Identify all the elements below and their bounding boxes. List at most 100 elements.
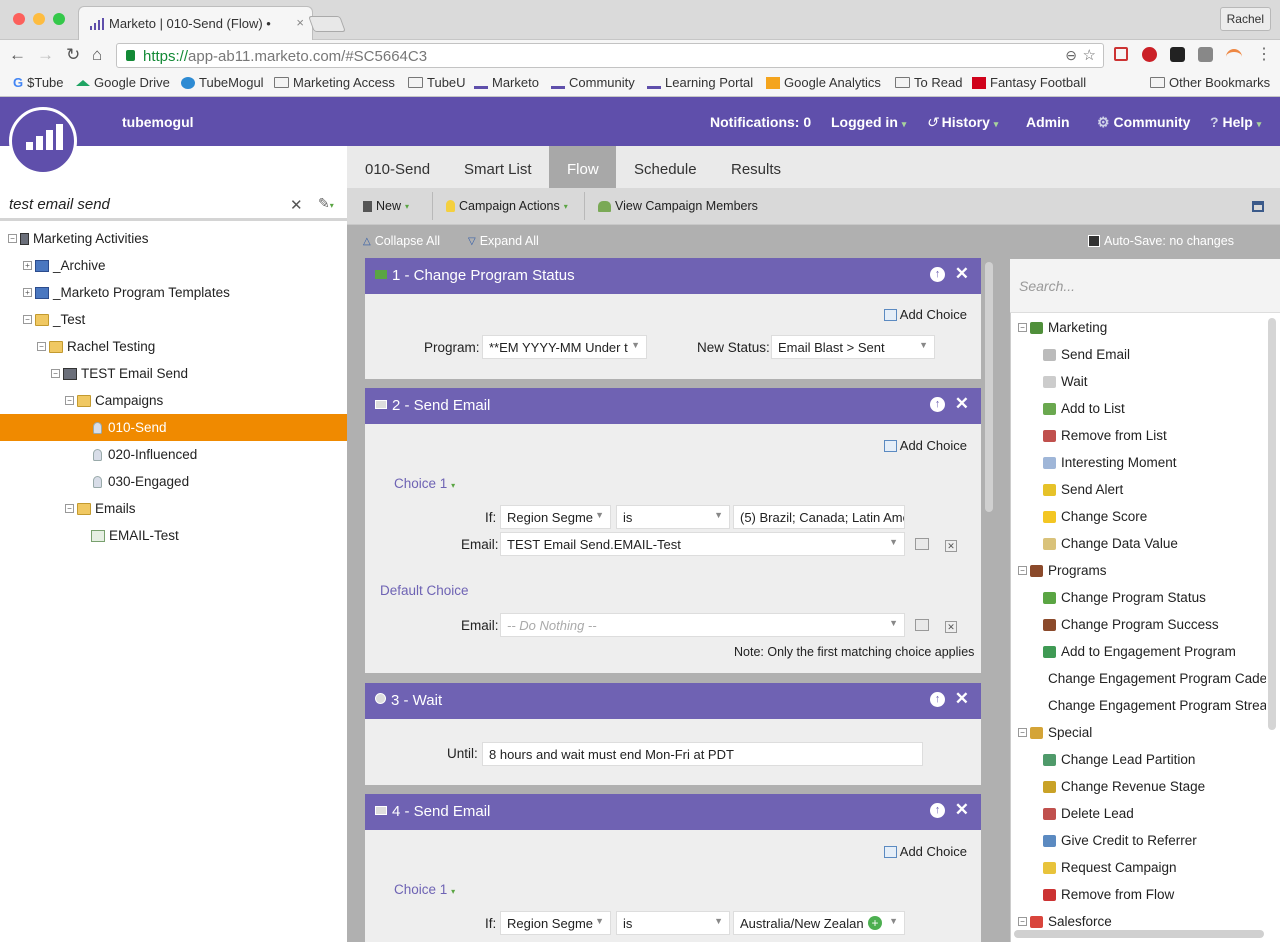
help-menu[interactable]: ? Help ▾ (1210, 114, 1261, 130)
tab-schedule[interactable]: Schedule (634, 161, 697, 178)
palette-item-request-campaign[interactable]: Request Campaign (1043, 854, 1266, 881)
campaign-actions-menu-button[interactable]: Campaign Actions ▾ (446, 199, 568, 213)
collapse-icon[interactable]: − (37, 342, 46, 351)
if-value-input[interactable]: (5) Brazil; Canada; Latin Ame (733, 505, 905, 529)
collapse-icon[interactable]: − (1018, 917, 1027, 926)
minimize-window-button[interactable] (33, 13, 45, 25)
delete-step-icon[interactable]: ✕ (955, 689, 969, 709)
home-icon[interactable]: ⌂ (92, 45, 102, 65)
palette-horizontal-scrollbar[interactable] (1014, 930, 1264, 938)
flow-scrollbar[interactable] (985, 262, 993, 512)
palette-item-change-revenue-stage[interactable]: Change Revenue Stage (1043, 773, 1266, 800)
palette-item-change-program-status[interactable]: Change Program Status (1043, 584, 1266, 611)
palette-item-interesting-moment[interactable]: Interesting Moment (1043, 449, 1266, 476)
extension-puzzle-icon[interactable] (1198, 47, 1213, 62)
admin-link[interactable]: Admin (1026, 114, 1070, 130)
palette-item-remove-from-flow[interactable]: Remove from Flow (1043, 881, 1266, 908)
expand-icon[interactable]: + (23, 261, 32, 270)
clear-search-icon[interactable]: ✕ (290, 196, 303, 214)
tree-item-020-influenced[interactable]: 020-Influenced (91, 441, 197, 468)
add-choice-button[interactable]: Add Choice (883, 844, 967, 859)
palette-group-programs[interactable]: − Programs (1018, 557, 1268, 584)
expand-icon[interactable]: + (23, 288, 32, 297)
palette-item-change-engagement-program-strea[interactable]: Change Engagement Program Strea (1043, 692, 1266, 719)
palette-item-give-credit-to-referrer[interactable]: Give Credit to Referrer (1043, 827, 1266, 854)
bookmark-fantasy-football[interactable]: Fantasy Football (972, 75, 1086, 90)
palette-item-send-alert[interactable]: Send Alert (1043, 476, 1266, 503)
delete-step-icon[interactable]: ✕ (955, 264, 969, 284)
bookmark-tubemogul[interactable]: TubeMogul (181, 75, 264, 90)
tab-010-send[interactable]: 010-Send (365, 161, 430, 178)
step-header[interactable]: 2 - Send Email ↑ ✕ (365, 388, 981, 424)
forward-arrow-icon[interactable]: → (37, 45, 54, 65)
tab-close-icon[interactable]: × (296, 15, 304, 30)
collapse-icon[interactable]: − (65, 396, 74, 405)
palette-group-special[interactable]: − Special (1018, 719, 1268, 746)
palette-item-change-engagement-program-cade[interactable]: Change Engagement Program Cade (1043, 665, 1266, 692)
tree-item-030-engaged[interactable]: 030-Engaged (91, 468, 189, 495)
choice-1-label[interactable]: Choice 1 ▾ (394, 882, 455, 897)
palette-scrollbar[interactable] (1268, 318, 1276, 730)
profile-button[interactable]: Rachel (1219, 7, 1271, 31)
if-value-select[interactable]: Australia/New Zealan + ▼ (733, 911, 905, 935)
community-link[interactable]: ⚙ Community (1097, 114, 1190, 131)
move-up-icon[interactable]: ↑ (930, 397, 945, 412)
new-menu-button[interactable]: New ▾ (363, 199, 409, 213)
add-value-icon[interactable]: + (868, 916, 882, 930)
add-choice-button[interactable]: Add Choice (883, 438, 967, 453)
collapse-icon[interactable]: − (1018, 566, 1027, 575)
delete-step-icon[interactable]: ✕ (955, 394, 969, 414)
palette-search[interactable]: Search... (1010, 259, 1280, 313)
palette-item-change-data-value[interactable]: Change Data Value (1043, 530, 1266, 557)
zoom-icon[interactable]: ⊖ (1065, 47, 1077, 64)
tree-item-emails[interactable]: − Emails (65, 495, 136, 522)
pinterest-icon[interactable] (1142, 47, 1157, 62)
palette-item-add-to-engagement-program[interactable]: Add to Engagement Program (1043, 638, 1266, 665)
tree-item-archive[interactable]: + _Archive (23, 252, 106, 279)
palette-item-remove-from-list[interactable]: Remove from List (1043, 422, 1266, 449)
bookmark-learning-portal[interactable]: Learning Portal (647, 75, 753, 90)
view-campaign-members-button[interactable]: View Campaign Members (598, 199, 758, 213)
extension-arc-icon[interactable] (1226, 49, 1242, 59)
tree-item-marketo-program-templates[interactable]: + _Marketo Program Templates (23, 279, 230, 306)
delete-step-icon[interactable]: ✕ (955, 800, 969, 820)
palette-group-marketing[interactable]: − Marketing (1018, 314, 1268, 341)
palette-item-change-lead-partition[interactable]: Change Lead Partition (1043, 746, 1266, 773)
default-email-select[interactable]: -- Do Nothing -- ▼ (500, 613, 905, 637)
palette-item-wait[interactable]: Wait (1043, 368, 1266, 395)
tree-item-rachel-testing[interactable]: − Rachel Testing (37, 333, 155, 360)
reload-icon[interactable]: ↻ (66, 45, 80, 65)
email-select[interactable]: TEST Email Send.EMAIL-Test ▼ (500, 532, 905, 556)
tree-item-test[interactable]: − _Test (23, 306, 85, 333)
maximize-window-button[interactable] (53, 13, 65, 25)
if-field-select[interactable]: Region Segme ▼ (500, 911, 611, 935)
bookmark-google-drive[interactable]: Google Drive (76, 75, 170, 90)
move-up-icon[interactable]: ↑ (930, 803, 945, 818)
workspace-name[interactable]: tubemogul (122, 114, 194, 130)
tree-search-box[interactable]: test email send ✕ ✎▾ (0, 188, 347, 221)
step-header[interactable]: 4 - Send Email ↑ ✕ (365, 794, 981, 830)
if-field-select[interactable]: Region Segme ▼ (500, 505, 611, 529)
tree-item-marketing-activities[interactable]: − Marketing Activities (8, 225, 149, 252)
other-bookmarks[interactable]: Other Bookmarks (1150, 75, 1270, 90)
history-menu[interactable]: ↺ History ▾ (926, 114, 998, 131)
wait-until-input[interactable]: 8 hours and wait must end Mon-Fri at PDT (482, 742, 923, 766)
palette-item-delete-lead[interactable]: Delete Lead (1043, 800, 1266, 827)
logged-in-menu[interactable]: Logged in ▾ (831, 114, 906, 130)
tab-results[interactable]: Results (731, 161, 781, 178)
collapse-icon[interactable]: − (8, 234, 17, 243)
expand-all-button[interactable]: ▽ Expand All (468, 234, 539, 248)
address-bar[interactable]: https://app-ab11.marketo.com/#SC5664C3 ⊖… (116, 43, 1104, 68)
bookmark-marketing-access[interactable]: Marketing Access (274, 75, 395, 90)
collapse-icon[interactable]: − (51, 369, 60, 378)
star-bookmark-icon[interactable]: ☆ (1083, 46, 1096, 64)
palette-search-input[interactable]: Search... (1019, 278, 1075, 294)
collapse-all-button[interactable]: △ Collapse All (363, 234, 440, 248)
bookmark-google-analytics[interactable]: Google Analytics (766, 75, 881, 90)
bookmark-tubeu[interactable]: TubeU (408, 75, 466, 90)
tab-smart-list[interactable]: Smart List (464, 161, 532, 178)
collapse-icon[interactable]: − (1018, 728, 1027, 737)
if-operator-select[interactable]: is ▼ (616, 505, 730, 529)
notifications-link[interactable]: Notifications: 0 (710, 114, 811, 130)
palette-item-send-email[interactable]: Send Email (1043, 341, 1266, 368)
